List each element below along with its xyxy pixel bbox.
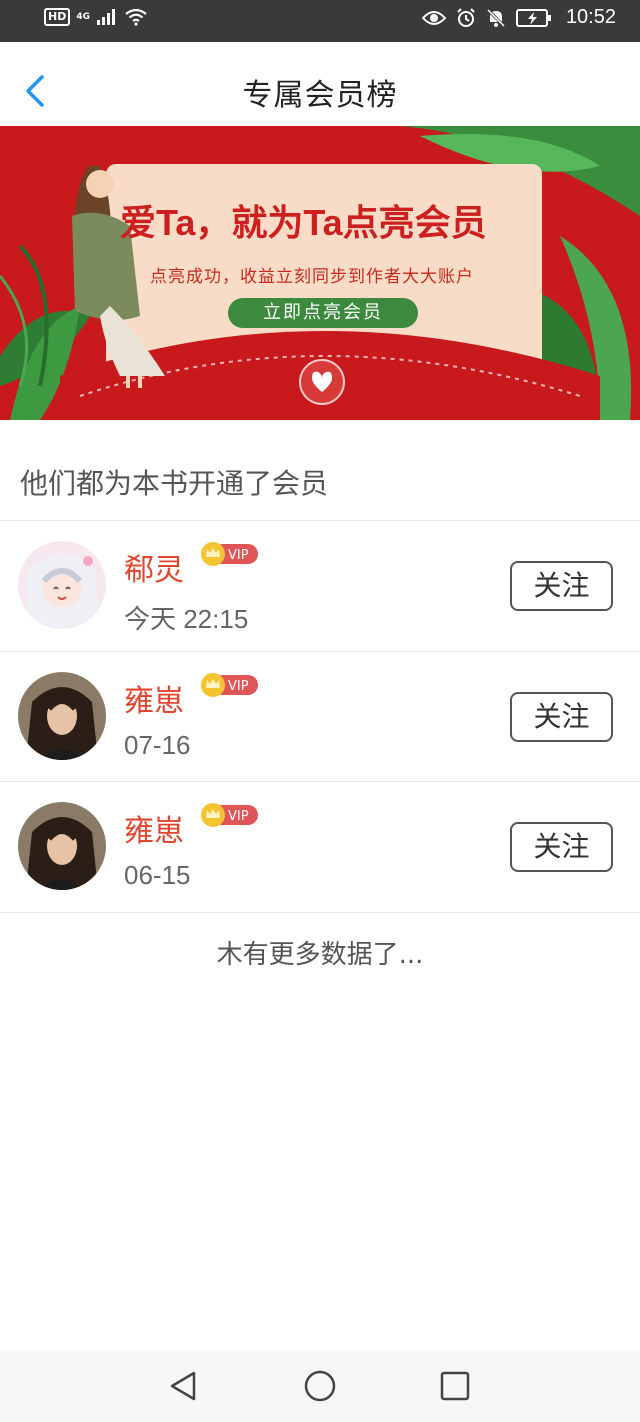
battery-icon xyxy=(515,8,551,27)
member-date: 今天 22:15 xyxy=(124,604,249,634)
vip-badge: VIP xyxy=(201,673,258,697)
member-name[interactable]: 雍崽 xyxy=(124,806,184,850)
page-header: 专属会员榜 xyxy=(0,42,640,126)
divider xyxy=(0,912,640,913)
banner-headline: 爱Ta，就为Ta点亮会员 xyxy=(120,202,487,243)
hd-indicator: HD xyxy=(44,8,71,26)
eye-icon xyxy=(421,10,446,25)
member-row: 郗灵 VIP 今天 22:15 关注 xyxy=(0,521,640,651)
light-up-member-button[interactable]: 立即点亮会员 xyxy=(228,298,418,328)
banner-subtitle: 点亮成功，收益立刻同步到作者大大账户 xyxy=(150,267,474,287)
system-nav-bar xyxy=(0,1350,640,1422)
member-date: 06-15 xyxy=(124,860,191,890)
network-type: 4G xyxy=(76,12,90,22)
vip-badge: VIP xyxy=(201,803,258,827)
clock: 10:52 xyxy=(565,6,616,28)
member-date: 07-16 xyxy=(124,730,191,760)
page-title: 专属会员榜 xyxy=(242,78,398,113)
no-more-data-text: 木有更多数据了... xyxy=(216,940,424,970)
wifi-icon xyxy=(125,8,147,26)
member-name[interactable]: 雍崽 xyxy=(124,676,184,720)
follow-button[interactable]: 关注 xyxy=(510,822,613,872)
mute-icon xyxy=(486,8,505,27)
follow-button[interactable]: 关注 xyxy=(510,561,613,611)
home-circle-icon[interactable] xyxy=(302,1368,338,1404)
svg-text:VIP: VIP xyxy=(228,548,249,563)
avatar[interactable] xyxy=(18,672,106,760)
status-bar: HD 4G 10:52 xyxy=(0,0,640,42)
member-row: 雍崽 VIP 06-15 关注 xyxy=(0,782,640,912)
section-title: 他们都为本书开通了会员 xyxy=(20,467,329,500)
signal-icon xyxy=(97,9,115,25)
back-triangle-icon[interactable] xyxy=(166,1368,202,1404)
avatar[interactable] xyxy=(18,541,106,629)
svg-text:VIP: VIP xyxy=(228,809,249,824)
follow-button[interactable]: 关注 xyxy=(510,692,613,742)
vip-badge: VIP xyxy=(201,542,258,566)
alarm-icon xyxy=(457,7,475,27)
svg-text:VIP: VIP xyxy=(228,679,249,694)
member-name[interactable]: 郗灵 xyxy=(124,545,184,589)
member-row: 雍崽 VIP 07-16 关注 xyxy=(0,652,640,782)
recents-square-icon[interactable] xyxy=(437,1368,473,1404)
avatar[interactable] xyxy=(18,802,106,890)
